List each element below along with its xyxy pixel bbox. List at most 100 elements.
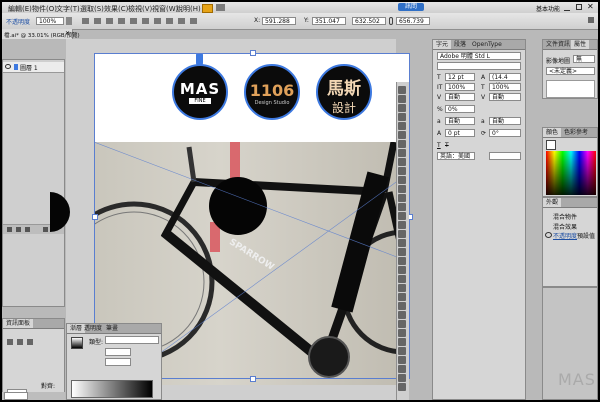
- gradient-preview-swatch[interactable]: [71, 337, 83, 349]
- tracking-field[interactable]: 自動: [489, 93, 521, 101]
- new-sublayer-icon[interactable]: [16, 227, 21, 232]
- tab-transparency[interactable]: 透明度: [81, 324, 105, 333]
- font-style-select[interactable]: [437, 62, 521, 70]
- tool-button[interactable]: [398, 284, 406, 292]
- tab-document-info[interactable]: 文件資訊: [543, 40, 573, 49]
- align-icon-8[interactable]: [166, 18, 173, 24]
- tab-color[interactable]: 顏色: [543, 128, 562, 137]
- antialias-select[interactable]: [489, 152, 521, 160]
- aki-left-field[interactable]: 自動: [445, 117, 475, 125]
- fill-swatch[interactable]: [546, 140, 556, 150]
- maximize-icon[interactable]: [576, 4, 582, 10]
- tool-button[interactable]: [398, 122, 406, 130]
- tool-button[interactable]: [398, 185, 406, 193]
- tool-button[interactable]: [398, 347, 406, 355]
- tab-stroke[interactable]: 筆畫: [103, 324, 121, 333]
- workspace-switcher[interactable]: 基本功能: [536, 4, 560, 13]
- align-icon-3[interactable]: [106, 18, 113, 24]
- tool-button[interactable]: [398, 329, 406, 337]
- tool-button[interactable]: [398, 113, 406, 121]
- selection-handle[interactable]: [92, 214, 98, 220]
- font-family-select[interactable]: Adobe 明體 Std L: [437, 52, 521, 60]
- eye-icon[interactable]: [5, 64, 11, 69]
- tab-attributes[interactable]: 屬性: [571, 40, 590, 49]
- vscale-field[interactable]: 100%: [445, 83, 475, 91]
- tool-button[interactable]: [398, 311, 406, 319]
- tool-button[interactable]: [398, 167, 406, 175]
- tab-character[interactable]: 字元: [433, 40, 452, 49]
- tool-button[interactable]: [398, 221, 406, 229]
- gradient-angle-field[interactable]: [105, 348, 131, 356]
- tool-button[interactable]: [398, 239, 406, 247]
- bridge-icon[interactable]: [202, 4, 213, 13]
- layer-row[interactable]: 圖層 1: [3, 62, 64, 73]
- align-icon-1[interactable]: [82, 18, 89, 24]
- appearance-row-opacity[interactable]: 不透明度: [553, 231, 577, 240]
- strikethrough-icon[interactable]: T: [445, 142, 449, 149]
- tool-button[interactable]: [398, 293, 406, 301]
- tool-button[interactable]: [398, 212, 406, 220]
- baseline-field[interactable]: 0 pt: [445, 129, 475, 137]
- transform-x-field[interactable]: 591.288: [262, 17, 296, 25]
- gradient-type-select[interactable]: [105, 336, 159, 344]
- opacity-field[interactable]: 100%: [36, 17, 64, 25]
- tool-button[interactable]: [398, 383, 406, 391]
- document-tab-close-icon[interactable]: ✕: [65, 30, 70, 37]
- new-layer-icon[interactable]: [7, 227, 12, 232]
- tool-button[interactable]: [398, 302, 406, 310]
- info-icon-1[interactable]: [7, 339, 13, 345]
- info-icon-3[interactable]: [27, 339, 33, 345]
- arrange-icon[interactable]: [216, 4, 225, 11]
- underline-icon[interactable]: T: [437, 142, 441, 149]
- gradient-ratio-field[interactable]: [105, 358, 131, 366]
- align-icon-9[interactable]: [178, 18, 185, 24]
- tool-button[interactable]: [398, 86, 406, 94]
- leading-field[interactable]: (14.4 pt): [489, 73, 521, 89]
- tab-color-guide[interactable]: 色彩參考: [561, 128, 591, 137]
- image-map-select[interactable]: 無: [573, 55, 595, 63]
- tsume-field[interactable]: 0%: [445, 105, 475, 113]
- tab-paragraph[interactable]: 段落: [451, 40, 469, 49]
- align-icon-4[interactable]: [118, 18, 125, 24]
- tool-button[interactable]: [398, 275, 406, 283]
- clipping-mask-icon[interactable]: [25, 227, 30, 232]
- info-icon-2[interactable]: [17, 339, 23, 345]
- tool-button[interactable]: [398, 158, 406, 166]
- tab-appearance[interactable]: 外觀: [543, 198, 562, 207]
- gradient-slider[interactable]: [71, 380, 153, 398]
- font-size-field[interactable]: 12 pt: [445, 73, 475, 81]
- search-badge[interactable]: 訊問: [398, 3, 424, 11]
- tool-button[interactable]: [398, 338, 406, 346]
- tool-button[interactable]: [398, 104, 406, 112]
- document-tab[interactable]: 檔.ai* @ 33.01% (RGB/預覽): [2, 29, 80, 39]
- tool-button[interactable]: [398, 248, 406, 256]
- tool-button[interactable]: [398, 194, 406, 202]
- tool-button[interactable]: [398, 140, 406, 148]
- tool-button[interactable]: [398, 374, 406, 382]
- url-field[interactable]: <未定義>: [546, 67, 595, 75]
- appearance-row-blend[interactable]: 混合物件: [553, 212, 577, 221]
- align-icon-7[interactable]: [154, 18, 161, 24]
- tab-info[interactable]: 資訊面板: [3, 319, 34, 328]
- panel-menu-icon[interactable]: [588, 17, 594, 23]
- appearance-row-effect[interactable]: 混合效果: [553, 222, 577, 231]
- opacity-stepper[interactable]: [66, 17, 72, 25]
- align-icon-10[interactable]: [190, 18, 197, 24]
- tool-button[interactable]: [398, 365, 406, 373]
- tool-button[interactable]: [398, 149, 406, 157]
- aki-right-field[interactable]: 自動: [489, 117, 521, 125]
- tool-button[interactable]: [398, 320, 406, 328]
- tab-opentype[interactable]: OpenType: [469, 40, 505, 49]
- tool-button[interactable]: [398, 230, 406, 238]
- tool-button[interactable]: [398, 203, 406, 211]
- tool-button[interactable]: [398, 266, 406, 274]
- hscale-field[interactable]: 100%: [489, 83, 521, 91]
- tool-button[interactable]: [398, 176, 406, 184]
- align-icon-5[interactable]: [130, 18, 137, 24]
- align-icon-6[interactable]: [142, 18, 149, 24]
- appearance-eye-icon[interactable]: [545, 232, 552, 238]
- tool-button[interactable]: [398, 131, 406, 139]
- align-icon-2[interactable]: [94, 18, 101, 24]
- kerning-field[interactable]: 自動: [445, 93, 475, 101]
- language-select[interactable]: 英語：美國: [437, 152, 475, 160]
